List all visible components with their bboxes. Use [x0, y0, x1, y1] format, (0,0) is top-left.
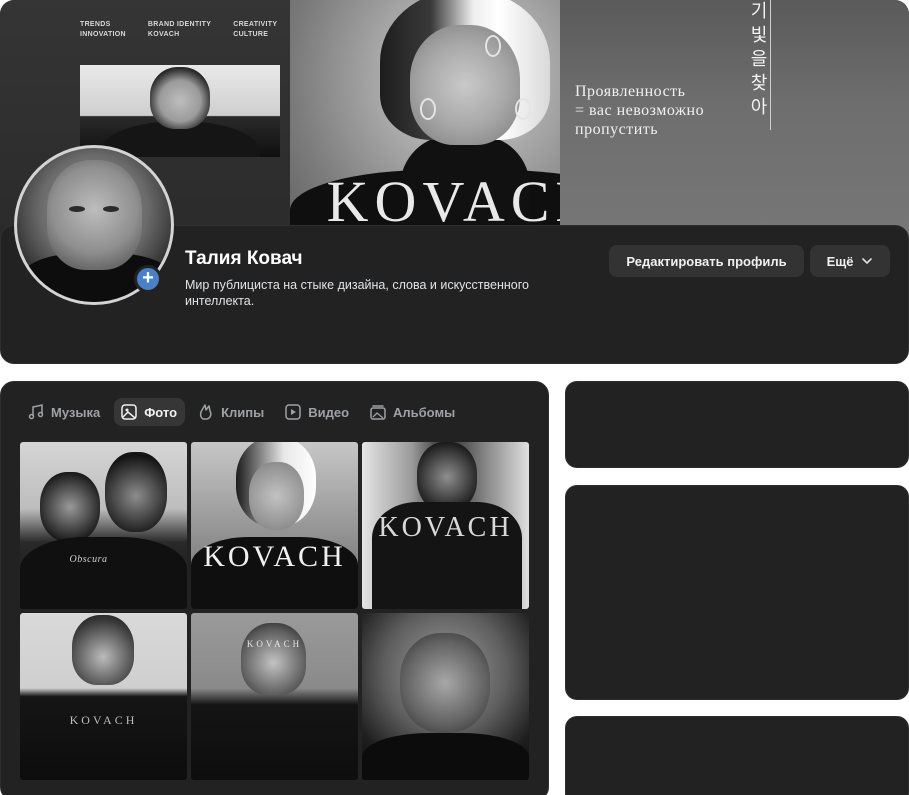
photo-brand-text: KOVACH [203, 540, 346, 573]
photo-brand-text: KOVACH [378, 512, 513, 543]
photo-face [241, 623, 306, 695]
media-tabs: Музыка Фото Клипы Видео Альбомы [21, 398, 463, 426]
cover-tag: CREATIVITY CULTURE [233, 21, 278, 38]
more-button[interactable]: Ещё [810, 245, 890, 277]
albums-icon [370, 405, 386, 420]
side-card [565, 716, 909, 795]
tab-label: Альбомы [393, 404, 456, 420]
photo-caption: Obscura [69, 554, 108, 565]
avatar-face [47, 160, 142, 270]
photo-brand-text: KOVACH [69, 713, 138, 727]
tab-label: Видео [308, 404, 350, 420]
photo-body [362, 733, 529, 780]
cover-tags: TRENDS INNOVATION BRAND IDENTITY KOVACH … [80, 20, 277, 40]
earring-icon [485, 35, 501, 57]
cover-tag: BRAND IDENTITY KOVACH [147, 21, 212, 38]
cover-divider [770, 0, 771, 130]
tab-photo[interactable]: Фото [114, 398, 186, 426]
side-card [565, 381, 909, 468]
more-label: Ещё [826, 253, 854, 269]
cover-mini-photo [80, 65, 280, 157]
chevron-down-icon [862, 258, 873, 264]
profile-bio: Мир публициста на стыке дизайна, слова и… [185, 278, 529, 308]
tab-albums[interactable]: Альбомы [363, 398, 463, 426]
cover-tag: TRENDS INNOVATION [80, 21, 126, 38]
photo-tile[interactable]: KOVACH [20, 613, 187, 780]
photo-body [20, 537, 187, 609]
avatar-eye [103, 206, 119, 212]
tab-label: Фото [144, 404, 178, 420]
edit-profile-button[interactable]: Редактировать профиль [609, 245, 804, 277]
cover-right-panel: Проявленность = вас невозможно пропустит… [560, 0, 909, 260]
photo-face [400, 633, 490, 733]
video-icon [285, 404, 301, 420]
add-photo-button[interactable]: + [134, 265, 162, 293]
cover-korean-text: 기 빛을 찾아 [750, 1, 768, 118]
photo-icon [121, 404, 137, 420]
photo-tile[interactable] [362, 613, 529, 780]
photo-tile[interactable]: KOVACH [191, 613, 358, 780]
tab-label: Клипы [221, 404, 265, 420]
cover-mini-face [150, 67, 210, 129]
side-card [565, 485, 909, 700]
cover-slogan: Проявленность = вас невозможно пропустит… [575, 83, 705, 138]
photo-grid: Obscura KOVACH KOVACH KOVACH KOVACH [20, 442, 529, 780]
tab-label: Музыка [51, 404, 101, 420]
tab-music[interactable]: Музыка [21, 398, 108, 426]
earring-icon [420, 98, 436, 120]
photo-figure [105, 452, 167, 532]
music-note-icon [28, 404, 44, 420]
photo-tile[interactable]: KOVACH [191, 442, 358, 609]
tab-clips[interactable]: Клипы [191, 398, 272, 426]
photo-brand-text: KOVACH [246, 639, 303, 649]
photo-figure [40, 472, 100, 542]
media-card: Музыка Фото Клипы Видео Альбомы Obscura … [0, 381, 549, 795]
tab-video[interactable]: Видео [278, 398, 357, 426]
clips-icon [199, 404, 212, 420]
photo-face [72, 615, 134, 685]
photo-tile[interactable]: KOVACH [362, 442, 529, 609]
photo-face [249, 462, 304, 530]
edit-profile-label: Редактировать профиль [626, 253, 787, 269]
avatar-eye [69, 206, 85, 212]
earring-icon [515, 98, 531, 120]
cover-face [410, 25, 520, 145]
photo-tile[interactable]: Obscura [20, 442, 187, 609]
profile-name: Талия Ковач [185, 248, 303, 269]
